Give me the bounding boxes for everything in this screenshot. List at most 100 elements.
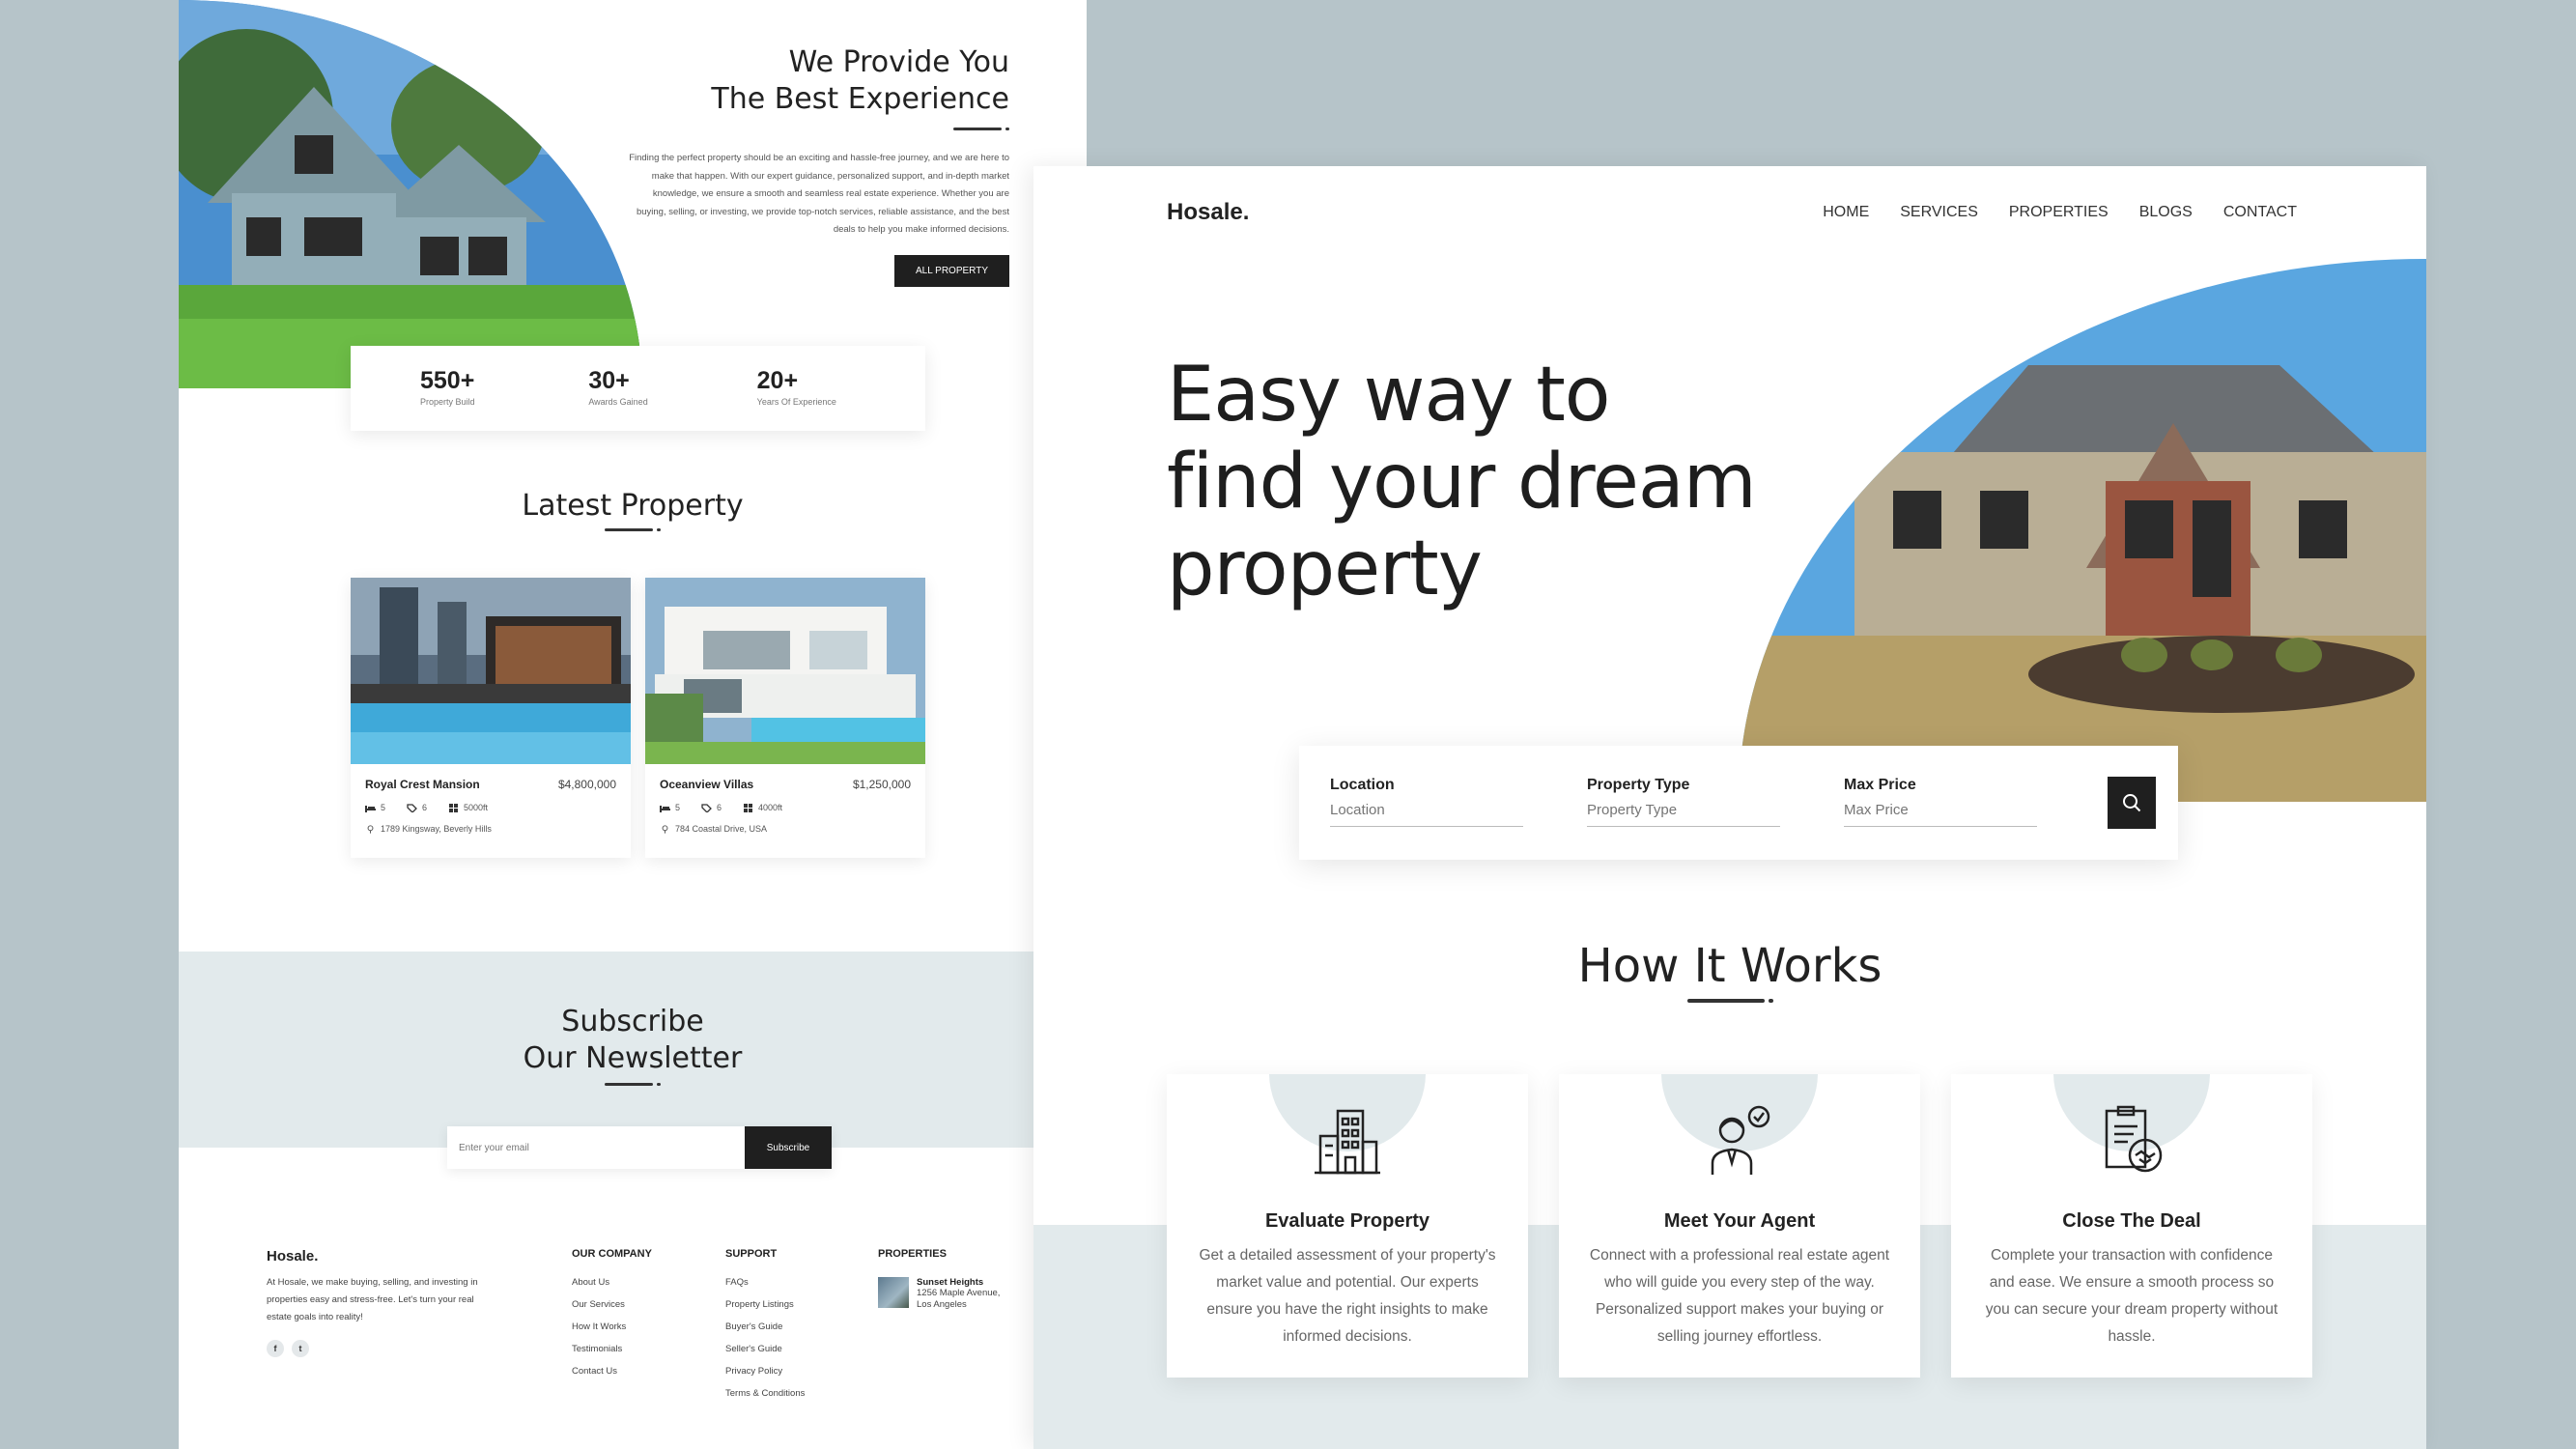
bed-icon [660, 805, 670, 812]
step-card-close-deal: Close The Deal Complete your transaction… [1951, 1074, 2312, 1378]
hero-headline: Easy way to find your dream property [1167, 352, 1757, 612]
search-icon [2123, 794, 2141, 812]
social-links: f t [267, 1340, 498, 1357]
location-pin-icon [367, 824, 374, 834]
footer-link[interactable]: Privacy Policy [725, 1366, 805, 1377]
property-name: Royal Crest Mansion [365, 778, 480, 791]
tag-icon [701, 803, 712, 812]
footer-link[interactable]: Testimonials [572, 1344, 652, 1354]
property-price: $1,250,000 [852, 778, 911, 791]
footer-link[interactable]: Our Services [572, 1299, 652, 1310]
beds-feature: 5 [365, 803, 385, 812]
property-card[interactable]: Royal Crest Mansion $4,800,000 5 6 5000f… [351, 578, 631, 858]
footer-property-item[interactable]: Sunset Heights 1256 Maple Avenue, Los An… [878, 1277, 1000, 1311]
area-feature: 5000ft [448, 803, 488, 812]
property-thumbnail [878, 1277, 909, 1308]
step-title: Evaluate Property [1264, 1210, 1430, 1232]
title-underline [179, 1083, 1087, 1086]
about-section: We Provide You The Best Experience Findi… [623, 44, 1009, 287]
facebook-icon[interactable]: f [267, 1340, 284, 1357]
property-type-field: Property Type [1587, 777, 1780, 827]
area-icon [744, 803, 753, 812]
hero-house-image [1739, 259, 2426, 802]
newsletter-title: Subscribe Our Newsletter [523, 1005, 743, 1075]
nav-services[interactable]: SERVICES [1900, 204, 1978, 221]
location-field: Location [1330, 777, 1523, 827]
beds-feature: 5 [660, 803, 680, 812]
property-address: 1789 Kingsway, Beverly Hills [365, 824, 616, 834]
property-address: 784 Coastal Drive, USA [660, 824, 911, 834]
stats-bar: 550+ Property Build 30+ Awards Gained 20… [351, 346, 925, 431]
footer-link[interactable]: Terms & Conditions [725, 1388, 805, 1399]
property-card[interactable]: Oceanview Villas $1,250,000 5 6 4000ft 7… [645, 578, 925, 858]
nav-contact[interactable]: CONTACT [2223, 204, 2297, 221]
footer-link[interactable]: Property Listings [725, 1299, 805, 1310]
property-search-bar: Location Property Type Max Price [1299, 746, 2178, 860]
footer-link[interactable]: FAQs [725, 1277, 805, 1288]
about-paragraph: Finding the perfect property should be a… [629, 153, 1009, 235]
tag-icon [407, 803, 417, 812]
footer-brand: Hosale. At Hosale, we make buying, selli… [267, 1248, 498, 1357]
baths-feature: 6 [407, 803, 427, 812]
bed-icon [365, 805, 376, 812]
property-type-input[interactable] [1587, 797, 1780, 827]
footer-company-column: OUR COMPANY About Us Our Services How It… [572, 1248, 652, 1377]
step-card-agent: Meet Your Agent Connect with a professio… [1559, 1074, 1920, 1378]
location-input[interactable] [1330, 797, 1523, 827]
step-card-evaluate: Evaluate Property Get a detailed assessm… [1167, 1074, 1528, 1378]
latest-property-header: Latest Property [179, 489, 1087, 531]
newsletter-section: Subscribe Our Newsletter [179, 952, 1087, 1148]
step-text: Get a detailed assessment of your proper… [1199, 1247, 1496, 1345]
footer-link[interactable]: Buyer's Guide [725, 1321, 805, 1332]
title-underline [179, 528, 1087, 531]
title-underline [1033, 999, 2426, 1003]
email-input[interactable] [447, 1126, 745, 1169]
twitter-icon[interactable]: t [292, 1340, 309, 1357]
nav-menu: HOME SERVICES PROPERTIES BLOGS CONTACT [1823, 204, 2297, 221]
nav-home[interactable]: HOME [1823, 204, 1869, 221]
about-house-image [179, 0, 642, 388]
location-pin-icon [662, 824, 668, 834]
area-icon [449, 803, 459, 812]
handshake-document-icon [2105, 1105, 2163, 1173]
footer-link[interactable]: About Us [572, 1277, 652, 1288]
step-title: Close The Deal [2062, 1210, 2201, 1232]
step-text: Connect with a professional real estate … [1589, 1247, 1890, 1345]
stat-awards: 30+ Awards Gained [588, 367, 648, 407]
subscribe-button[interactable]: Subscribe [745, 1126, 832, 1169]
property-price: $4,800,000 [557, 778, 616, 791]
left-page-preview: We Provide You The Best Experience Findi… [179, 0, 1087, 1449]
nav-properties[interactable]: PROPERTIES [2009, 204, 2109, 221]
footer-link[interactable]: How It Works [572, 1321, 652, 1332]
nav-blogs[interactable]: BLOGS [2139, 204, 2193, 221]
site-logo[interactable]: Hosale. [1167, 199, 1249, 226]
right-page-preview: Hosale. HOME SERVICES PROPERTIES BLOGS C… [1033, 166, 2426, 1449]
agent-icon [1711, 1105, 1770, 1175]
property-image [645, 578, 925, 764]
how-it-works-header: How It Works [1033, 939, 2426, 1003]
footer-link[interactable]: Seller's Guide [725, 1344, 805, 1354]
property-image [351, 578, 631, 764]
max-price-input[interactable] [1844, 797, 2037, 827]
about-title: We Provide You The Best Experience [711, 45, 1009, 116]
title-underline [953, 128, 1009, 130]
building-icon [1315, 1109, 1380, 1175]
stat-property-build: 550+ Property Build [420, 367, 475, 407]
step-text: Complete your transaction with confidenc… [1985, 1247, 2279, 1345]
footer-logo[interactable]: Hosale. [267, 1248, 498, 1264]
stat-experience: 20+ Years Of Experience [756, 367, 836, 407]
search-button[interactable] [2108, 777, 2156, 829]
max-price-field: Max Price [1844, 777, 2037, 827]
top-navbar: Hosale. HOME SERVICES PROPERTIES BLOGS C… [1167, 199, 2297, 226]
footer-link[interactable]: Contact Us [572, 1366, 652, 1377]
how-it-works-title: How It Works [1577, 939, 1882, 993]
footer-description: At Hosale, we make buying, selling, and … [267, 1277, 478, 1322]
all-property-button[interactable]: ALL PROPERTY [893, 254, 1009, 287]
latest-property-title: Latest Property [522, 489, 744, 523]
area-feature: 4000ft [743, 803, 782, 812]
footer-support-column: SUPPORT FAQs Property Listings Buyer's G… [725, 1248, 806, 1399]
step-title: Meet Your Agent [1663, 1210, 1816, 1232]
newsletter-form: Subscribe [447, 1126, 832, 1169]
property-name: Oceanview Villas [660, 778, 754, 791]
baths-feature: 6 [701, 803, 722, 812]
